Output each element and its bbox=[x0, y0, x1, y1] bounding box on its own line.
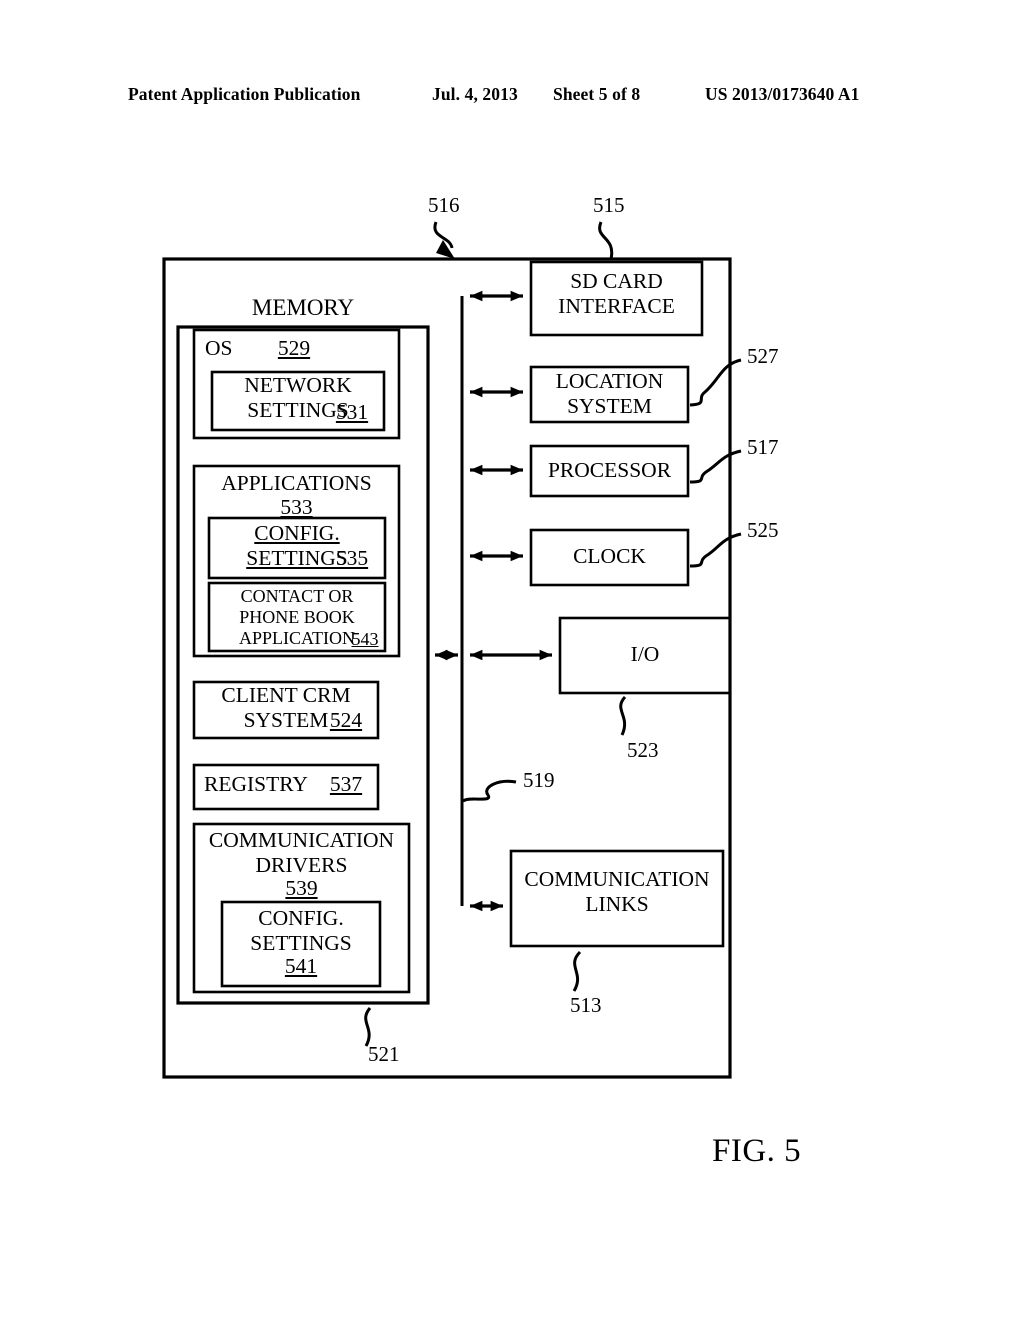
network-settings-ref: 531 bbox=[335, 400, 369, 424]
figure-caption: FIG. 5 bbox=[712, 1133, 802, 1169]
leader-516-arrow bbox=[436, 240, 455, 259]
applications-label: APPLICATIONS bbox=[221, 471, 372, 495]
refnum-513: 513 bbox=[570, 993, 602, 1017]
refnum-519: 519 bbox=[523, 768, 555, 792]
client-crm-ref: 524 bbox=[329, 708, 363, 732]
leader-525 bbox=[689, 532, 742, 568]
clock-label: CLOCK bbox=[573, 544, 646, 568]
communication-drivers-ref: 539 bbox=[285, 876, 318, 900]
communication-drivers-label: COMMUNICATION DRIVERS bbox=[208, 828, 395, 878]
leader-517 bbox=[689, 449, 742, 484]
figure-linework bbox=[162, 221, 742, 1079]
memory-title: MEMORY bbox=[251, 295, 355, 320]
refnum-516: 516 bbox=[428, 193, 460, 217]
applications-ref: 533 bbox=[280, 495, 313, 519]
refnum-517: 517 bbox=[747, 435, 779, 459]
leader-515 bbox=[598, 221, 614, 260]
refnum-525: 525 bbox=[747, 518, 779, 542]
refnum-523: 523 bbox=[627, 738, 659, 762]
config-settings-drivers-label: CONFIG. SETTINGS bbox=[250, 906, 352, 956]
os-block-ref: 529 bbox=[277, 336, 311, 360]
leader-527 bbox=[689, 358, 742, 407]
registry-label: REGISTRY bbox=[204, 772, 308, 796]
contact-phone-book-ref: 543 bbox=[351, 629, 379, 649]
location-system-label: LOCATION SYSTEM bbox=[555, 369, 664, 419]
communication-links-label: COMMUNICATION LINKS bbox=[524, 867, 710, 917]
config-settings-app-ref: 535 bbox=[335, 546, 369, 570]
patent-figure-5: MEMORY OS 529 NETWORK SETTINGS 531 APPLI… bbox=[0, 0, 1024, 1320]
leader-513 bbox=[572, 950, 582, 992]
leader-521 bbox=[364, 1007, 372, 1047]
leader-523 bbox=[619, 695, 627, 736]
processor-label: PROCESSOR bbox=[547, 458, 672, 482]
leader-519 bbox=[462, 779, 517, 803]
refnum-521: 521 bbox=[368, 1042, 400, 1066]
io-label: I/O bbox=[630, 642, 660, 666]
registry-ref: 537 bbox=[329, 772, 363, 796]
config-settings-drivers-ref: 541 bbox=[284, 954, 318, 978]
refnum-527: 527 bbox=[747, 344, 779, 368]
sd-card-interface-label: SD CARD INTERFACE bbox=[558, 269, 675, 319]
refnum-515: 515 bbox=[593, 193, 625, 217]
